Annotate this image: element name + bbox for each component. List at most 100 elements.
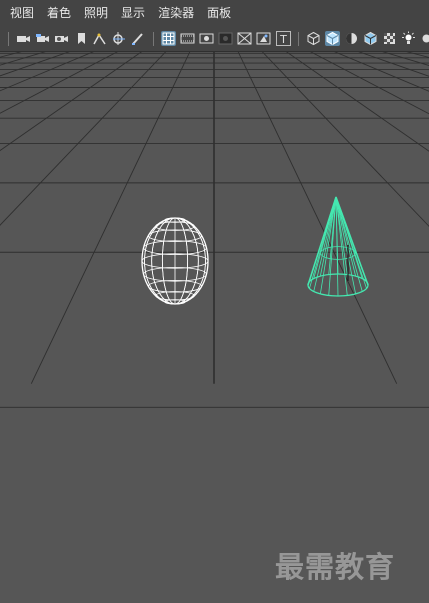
menu-renderer[interactable]: 渲染器 <box>151 0 200 26</box>
menu-panels[interactable]: 面板 <box>200 0 237 26</box>
grid-line <box>364 52 429 384</box>
grid-line <box>0 52 84 384</box>
grid-line <box>0 52 28 384</box>
2d-pan-zoom-icon[interactable] <box>92 31 107 46</box>
grid-line <box>0 52 100 384</box>
grid-line <box>406 52 429 58</box>
menu-lighting[interactable]: 照明 <box>77 0 114 26</box>
image-plane-icon[interactable] <box>74 31 89 46</box>
viewport-canvas[interactable] <box>0 52 429 603</box>
grid-line <box>0 52 64 384</box>
grid-line <box>349 52 429 384</box>
grid-line <box>0 52 167 384</box>
grid-line <box>0 52 131 384</box>
pencil-icon[interactable] <box>130 31 145 46</box>
camera-attributes-icon[interactable] <box>35 31 50 46</box>
ground-grid <box>0 52 429 408</box>
grid-line <box>0 52 116 384</box>
grid-line <box>0 52 46 66</box>
grid-line <box>292 52 429 384</box>
grid-line <box>0 52 22 384</box>
panel-toolbar: T <box>0 28 429 50</box>
grid-line <box>0 52 70 77</box>
gate-mask-icon[interactable] <box>218 31 233 46</box>
grid-line <box>380 52 429 384</box>
grid-line <box>411 52 429 384</box>
grid-line <box>0 52 53 384</box>
grid-line <box>0 52 157 384</box>
grid-line <box>395 52 429 384</box>
grid-line <box>333 52 429 384</box>
toolbar-separator <box>153 32 154 46</box>
grid-line <box>354 52 429 384</box>
watermark: 最需教育 <box>275 550 396 584</box>
grid-line <box>416 52 429 384</box>
grid-line <box>0 52 69 384</box>
grid-line <box>237 52 398 384</box>
default-material-icon[interactable] <box>344 31 359 46</box>
grid-line <box>0 52 38 384</box>
grid-line <box>302 52 429 384</box>
grid-line <box>390 52 429 384</box>
grid-line <box>0 52 17 384</box>
ambient-light-icon[interactable] <box>419 31 429 46</box>
grid-line <box>0 52 136 384</box>
safe-title-icon[interactable]: T <box>276 31 291 46</box>
toolbar-separator <box>8 32 9 46</box>
grid-line <box>338 52 429 384</box>
cone-wireframe[interactable] <box>307 196 369 297</box>
grid-line <box>358 52 429 77</box>
grid-line <box>0 52 162 384</box>
menu-view[interactable]: 视图 <box>0 0 40 26</box>
grid-line <box>30 52 191 384</box>
grid-line <box>0 52 12 384</box>
film-gate-icon[interactable] <box>180 31 195 46</box>
perspective-viewport[interactable] <box>0 52 429 603</box>
grid-line <box>0 52 94 92</box>
resolution-gate-icon[interactable] <box>199 31 214 46</box>
grid-line <box>0 52 90 384</box>
grid-line <box>400 52 429 384</box>
grid-line <box>261 52 429 227</box>
grid-line <box>297 52 429 384</box>
grid-line <box>0 52 74 384</box>
grid-icon[interactable] <box>161 31 176 46</box>
grid-line <box>421 52 429 384</box>
grid-line <box>0 52 105 384</box>
grid-line <box>0 52 95 384</box>
grid-line <box>261 52 429 384</box>
field-chart-icon[interactable] <box>237 31 252 46</box>
sphere-wireframe[interactable] <box>141 217 209 305</box>
grid-line <box>266 52 429 384</box>
safe-action-icon[interactable] <box>256 31 271 46</box>
grid-line <box>382 52 429 66</box>
grid-line <box>0 52 22 58</box>
wireframe-on-shaded-icon[interactable] <box>363 31 378 46</box>
grid-line <box>0 52 126 384</box>
menu-shading[interactable]: 着色 <box>40 0 77 26</box>
grid-line <box>307 52 429 384</box>
grid-line <box>0 52 33 384</box>
panel-menu-bar: 视图 着色 照明 显示 渲染器 面板 <box>0 0 429 26</box>
grid-line <box>359 52 429 384</box>
grid-line <box>406 52 429 384</box>
grease-pencil-icon[interactable] <box>111 31 126 46</box>
grid-line <box>0 52 121 384</box>
grid-line <box>369 52 429 384</box>
toolbar-separator <box>298 32 299 46</box>
camera-select-icon[interactable] <box>16 31 31 46</box>
svg-text:T: T <box>279 33 287 45</box>
wireframe-icon[interactable] <box>306 31 321 46</box>
maya-viewport-panel: 视图 着色 照明 显示 渲染器 面板 T 最需教育 <box>0 0 429 603</box>
grid-line <box>0 52 79 384</box>
cone-edge <box>335 196 363 292</box>
grid-line <box>344 52 429 384</box>
grid-line <box>0 52 118 114</box>
lighting-icon[interactable] <box>401 31 416 46</box>
textured-icon[interactable] <box>382 31 397 46</box>
grid-line <box>0 52 59 384</box>
grid-line <box>0 52 7 384</box>
smooth-shade-icon[interactable] <box>325 31 340 46</box>
bookmark-icon[interactable] <box>54 31 69 46</box>
menu-show[interactable]: 显示 <box>114 0 151 26</box>
